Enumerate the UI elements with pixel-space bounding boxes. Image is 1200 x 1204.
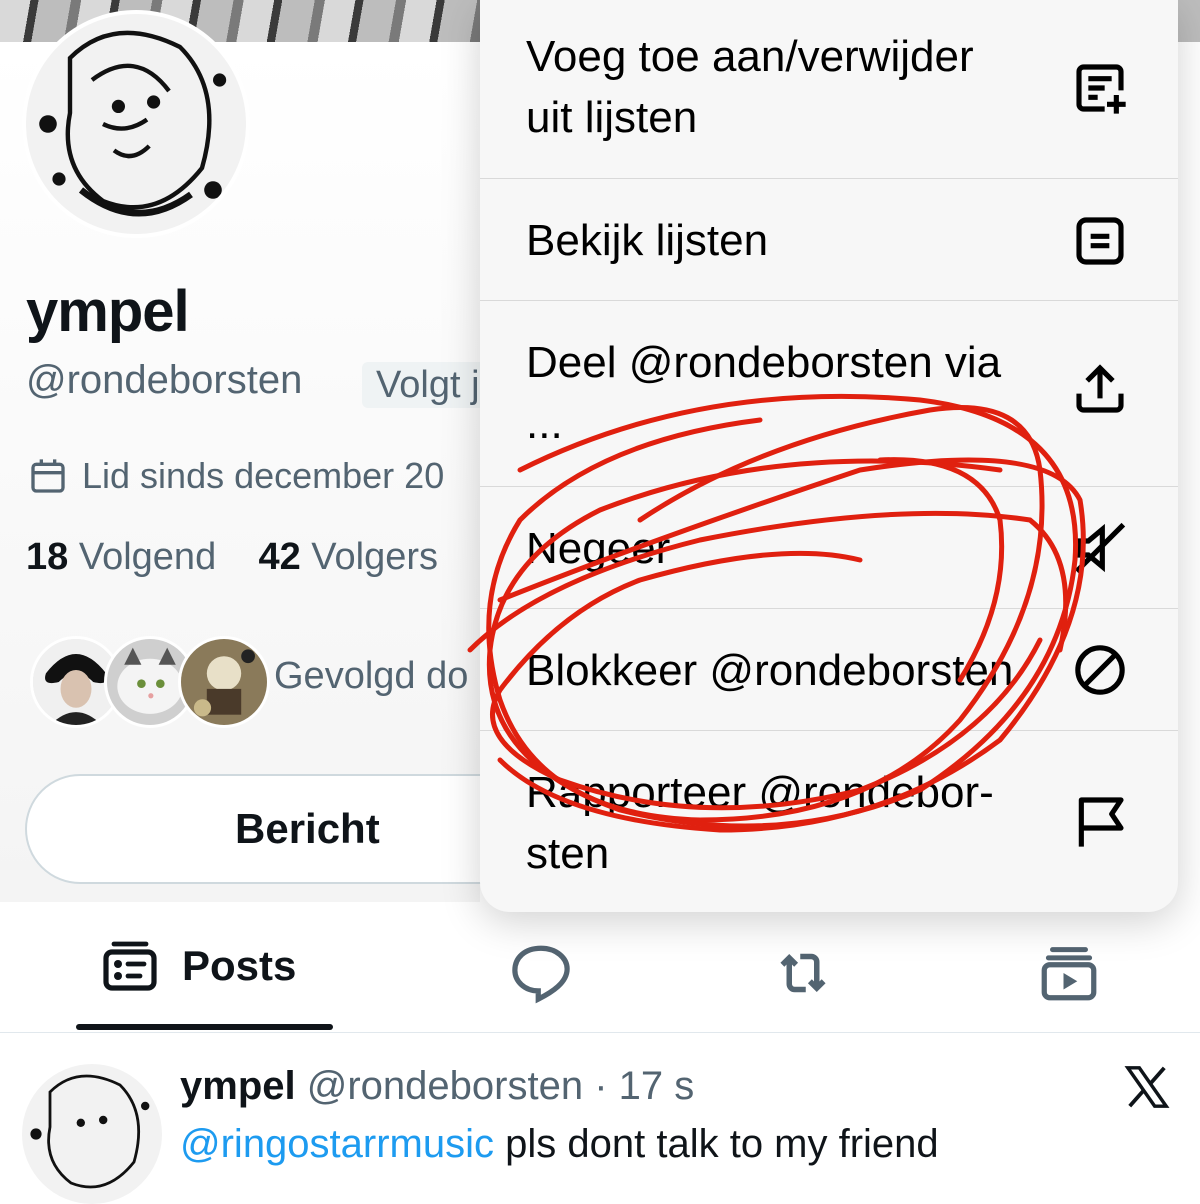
- menu-item-label: Deel @rondeborsten via ...: [526, 332, 1001, 454]
- tweet-avatar[interactable]: [22, 1064, 162, 1204]
- tweet-body: pls dont talk to my friend: [494, 1122, 939, 1166]
- profile-handle: @rondeborsten: [26, 358, 303, 402]
- media-tab-icon[interactable]: [1036, 940, 1102, 1006]
- tab-posts-label: Posts: [182, 942, 297, 989]
- following-link[interactable]: 18 Volgend: [26, 536, 216, 578]
- menu-item-label-line1: Voeg toe aan/verwijder: [526, 32, 974, 81]
- tweet-author-handle[interactable]: @rondeborsten: [307, 1064, 583, 1108]
- message-button[interactable]: Bericht: [25, 774, 545, 884]
- followers-label: Volgers: [311, 536, 439, 578]
- menu-item-lists-add-remove[interactable]: Voeg toe aan/verwijder uit lijsten: [480, 0, 1178, 179]
- profile-display-name: ympel: [26, 279, 190, 344]
- mute-icon: [1074, 522, 1126, 574]
- tweet-time[interactable]: 17 s: [619, 1064, 695, 1108]
- tweet-header: ympel @rondeborsten · 17 s: [180, 1064, 694, 1109]
- list-add-icon: [1076, 64, 1126, 114]
- list-icon: [1076, 217, 1124, 265]
- menu-item-share-via[interactable]: Deel @rondeborsten via ...: [480, 301, 1178, 487]
- profile-avatar[interactable]: [22, 10, 250, 238]
- joined-text: Lid sinds december 20: [82, 455, 445, 496]
- followers-link[interactable]: 42 Volgers: [258, 536, 438, 578]
- follower-avatar: [178, 636, 270, 728]
- menu-item-label-line1: Deel @rondeborsten via: [526, 338, 1002, 387]
- followers-count: 42: [258, 536, 301, 578]
- profile-tabs: Posts: [0, 916, 1200, 1033]
- tweet-separator: ·: [594, 1064, 608, 1108]
- menu-item-label: Negeer: [526, 524, 671, 573]
- active-tab-indicator: [76, 1024, 333, 1030]
- joined-date: Lid sinds december 20: [28, 455, 444, 497]
- tweet-mention[interactable]: @ringostarrmusic: [180, 1122, 494, 1166]
- block-icon: [1075, 645, 1125, 695]
- tweet[interactable]: ympel @rondeborsten · 17 s @ringostarrmu…: [0, 1034, 1200, 1204]
- menu-item-mute[interactable]: Negeer: [480, 487, 1178, 609]
- menu-item-label: Rapporteer @rondebor- sten: [526, 762, 994, 884]
- retweet-icon[interactable]: [770, 940, 836, 1006]
- flag-icon: [1078, 797, 1124, 847]
- profile-actions-menu: Voeg toe aan/verwijder uit lijsten Bekij…: [480, 0, 1178, 912]
- tweet-text: @ringostarrmusic pls dont talk to my fri…: [180, 1122, 939, 1167]
- following-label: Volgend: [78, 536, 217, 578]
- menu-item-label-line2: sten: [526, 829, 610, 878]
- following-count: 18: [26, 536, 69, 578]
- menu-item-label-line2: ...: [526, 399, 563, 448]
- menu-item-label-line2: uit lijsten: [526, 93, 698, 142]
- tab-posts[interactable]: Posts: [100, 938, 296, 994]
- x-logo-icon: [1124, 1066, 1170, 1108]
- replies-icon[interactable]: [508, 940, 574, 1006]
- tweet-author-name[interactable]: ympel: [180, 1064, 296, 1108]
- calendar-icon: [31, 459, 65, 493]
- menu-item-block[interactable]: Blokkeer @rondeborsten: [480, 609, 1178, 731]
- follow-stats: 18 Volgend 42 Volgers: [26, 536, 438, 579]
- menu-item-report[interactable]: Rapporteer @rondebor- sten: [480, 731, 1178, 912]
- menu-item-label: Bekijk lijsten: [526, 216, 769, 265]
- followed-by-text[interactable]: Gevolgd do: [274, 655, 468, 698]
- menu-item-label: Voeg toe aan/verwijder uit lijsten: [526, 26, 974, 148]
- menu-item-view-lists[interactable]: Bekijk lijsten: [480, 179, 1178, 301]
- share-icon: [1076, 364, 1124, 413]
- menu-item-label: Blokkeer @rondeborsten: [526, 646, 1014, 695]
- menu-item-label-line1: Rapporteer @rondebor-: [526, 768, 994, 817]
- posts-icon: [103, 941, 157, 991]
